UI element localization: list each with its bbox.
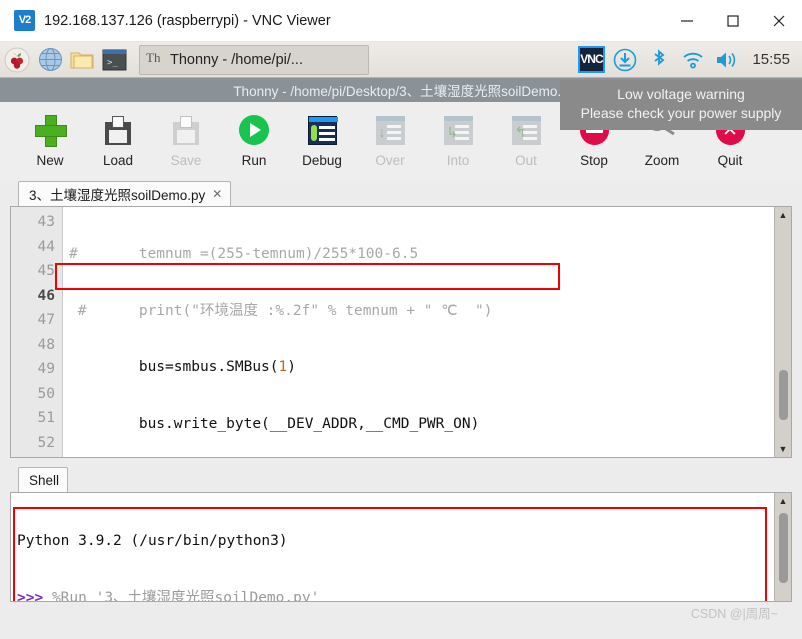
toolbar-new-button[interactable]: New xyxy=(16,108,84,168)
line-number-current: 46 xyxy=(37,287,55,304)
minimize-button[interactable] xyxy=(664,0,710,42)
thonny-window: Thonny - /home/pi/Desktop/3、土壤湿度光照soilDe… xyxy=(0,78,802,639)
code-line-46: bus.write_byte(__DEV_ADDR,__CMD_PWR_ON) xyxy=(69,415,480,432)
toolbar-step-out-button[interactable]: ↰ Out xyxy=(492,108,560,168)
pi-taskbar: >_ Th Thonny - /home/pi/... VNC 15:55 xyxy=(0,42,802,78)
shell-tab-label: Shell xyxy=(29,472,60,488)
volume-icon[interactable] xyxy=(710,43,744,77)
line-number: 51 xyxy=(37,410,55,426)
run-icon xyxy=(239,108,269,152)
line-number-gutter: 43 44 45 46 47 48 49 50 51 52 53 54 55 5… xyxy=(11,207,63,457)
shell-scrollbar-thumb[interactable] xyxy=(779,513,788,583)
thonny-icon: Th xyxy=(146,49,163,71)
load-file-icon xyxy=(105,108,131,152)
editor-tabstrip: 3、土壤湿度光照soilDemo.py ✕ xyxy=(10,180,792,206)
toolbar-step-over-button[interactable]: ↓ Over xyxy=(356,108,424,168)
taskbar-item-label: Thonny - /home/pi/... xyxy=(170,51,303,68)
csdn-watermark: CSDN @|周周~ xyxy=(690,607,778,621)
taskbar-item-thonny[interactable]: Th Thonny - /home/pi/... xyxy=(139,44,369,75)
save-file-icon xyxy=(173,108,199,152)
code-line-43: # temnum =(255-temnum)/255*100-6.5 xyxy=(69,246,419,262)
toolbar-load-button[interactable]: Load xyxy=(84,108,152,168)
toolbar-step-into-button[interactable]: ↳ Into xyxy=(424,108,492,168)
line-number: 48 xyxy=(37,336,55,353)
maximize-button[interactable] xyxy=(710,0,756,42)
scroll-up-arrow[interactable]: ▲ xyxy=(775,207,791,223)
low-voltage-notification[interactable]: Low voltage warning Please check your po… xyxy=(560,80,802,130)
wifi-icon[interactable] xyxy=(676,43,710,77)
step-over-icon: ↓ xyxy=(375,108,405,152)
shell-area: Shell Python 3.9.2 (/usr/bin/python3) >>… xyxy=(0,458,802,602)
line-number: 50 xyxy=(37,385,55,402)
web-browser-icon[interactable] xyxy=(34,43,66,77)
close-icon[interactable]: ✕ xyxy=(212,187,222,201)
updates-icon[interactable] xyxy=(608,43,642,77)
bluetooth-icon[interactable] xyxy=(642,43,676,77)
line-number: 44 xyxy=(37,238,55,255)
toolbar-save-button[interactable]: Save xyxy=(152,108,220,168)
line-number: 49 xyxy=(37,361,55,377)
window-title: 192.168.137.126 (raspberrypi) - VNC View… xyxy=(44,12,331,29)
file-manager-icon[interactable] xyxy=(66,43,98,77)
editor-scrollbar[interactable]: ▲ ▼ xyxy=(774,207,791,457)
scroll-down-arrow[interactable]: ▼ xyxy=(775,441,791,457)
window-controls xyxy=(664,0,802,42)
shell-line-intro: Python 3.9.2 (/usr/bin/python3) xyxy=(17,533,288,549)
scrollbar-thumb[interactable] xyxy=(779,370,788,420)
line-number: 47 xyxy=(37,312,55,328)
shell-tabstrip: Shell xyxy=(10,466,792,492)
shell-scroll-up-arrow[interactable]: ▲ xyxy=(775,493,791,509)
raspberry-menu-icon[interactable] xyxy=(0,43,34,77)
editor-tab-soildemo[interactable]: 3、土壤湿度光照soilDemo.py ✕ xyxy=(18,181,232,206)
system-tray: VNC 15:55 xyxy=(574,42,802,78)
step-into-icon: ↳ xyxy=(443,108,473,152)
editor-area: 3、土壤湿度光照soilDemo.py ✕ 43 44 45 46 47 48 … xyxy=(0,180,802,458)
toolbar-run-button[interactable]: Run xyxy=(220,108,288,168)
line-number: 45 xyxy=(37,263,55,279)
new-file-icon xyxy=(35,108,67,152)
code-editor[interactable]: 43 44 45 46 47 48 49 50 51 52 53 54 55 5… xyxy=(10,206,792,458)
close-button[interactable] xyxy=(756,0,802,42)
line-number: 43 xyxy=(37,214,55,230)
shell-tab[interactable]: Shell xyxy=(18,467,69,492)
svg-text:Th: Th xyxy=(146,50,161,65)
line-number: 53 xyxy=(11,455,55,457)
code-line-45: bus=smbus.SMBus(1) xyxy=(69,359,296,375)
shell-lines: Python 3.9.2 (/usr/bin/python3) >>> %Run… xyxy=(11,493,791,602)
line-number: 52 xyxy=(37,434,55,451)
code-line-44: # print("环境温度 :%.2f" % temnum + " ℃ ") xyxy=(69,302,493,319)
notification-line-1: Low voltage warning xyxy=(617,86,745,102)
clock[interactable]: 15:55 xyxy=(752,51,790,68)
shell-scrollbar[interactable]: ▲ xyxy=(774,493,791,601)
vnc-window-titlebar: V2 192.168.137.126 (raspberrypi) - VNC V… xyxy=(0,0,802,42)
code-lines[interactable]: # temnum =(255-temnum)/255*100-6.5 # pri… xyxy=(63,207,791,457)
debug-icon xyxy=(307,108,338,152)
tray-vnc-icon[interactable]: VNC xyxy=(574,43,608,77)
svg-text:>_: >_ xyxy=(107,58,118,68)
shell-output[interactable]: Python 3.9.2 (/usr/bin/python3) >>> %Run… xyxy=(10,492,792,602)
toolbar-debug-button[interactable]: Debug xyxy=(288,108,356,168)
screenshot-root: V2 192.168.137.126 (raspberrypi) - VNC V… xyxy=(0,0,802,639)
shell-line-run: >>> %Run '3、土壤湿度光照soilDemo.py' xyxy=(17,589,320,602)
editor-tab-label: 3、土壤湿度光照soilDemo.py xyxy=(29,188,206,203)
vnc-logo-icon: V2 xyxy=(14,10,35,31)
terminal-icon[interactable]: >_ xyxy=(98,43,130,77)
notification-line-2: Please check your power supply xyxy=(580,105,782,121)
step-out-icon: ↰ xyxy=(511,108,541,152)
